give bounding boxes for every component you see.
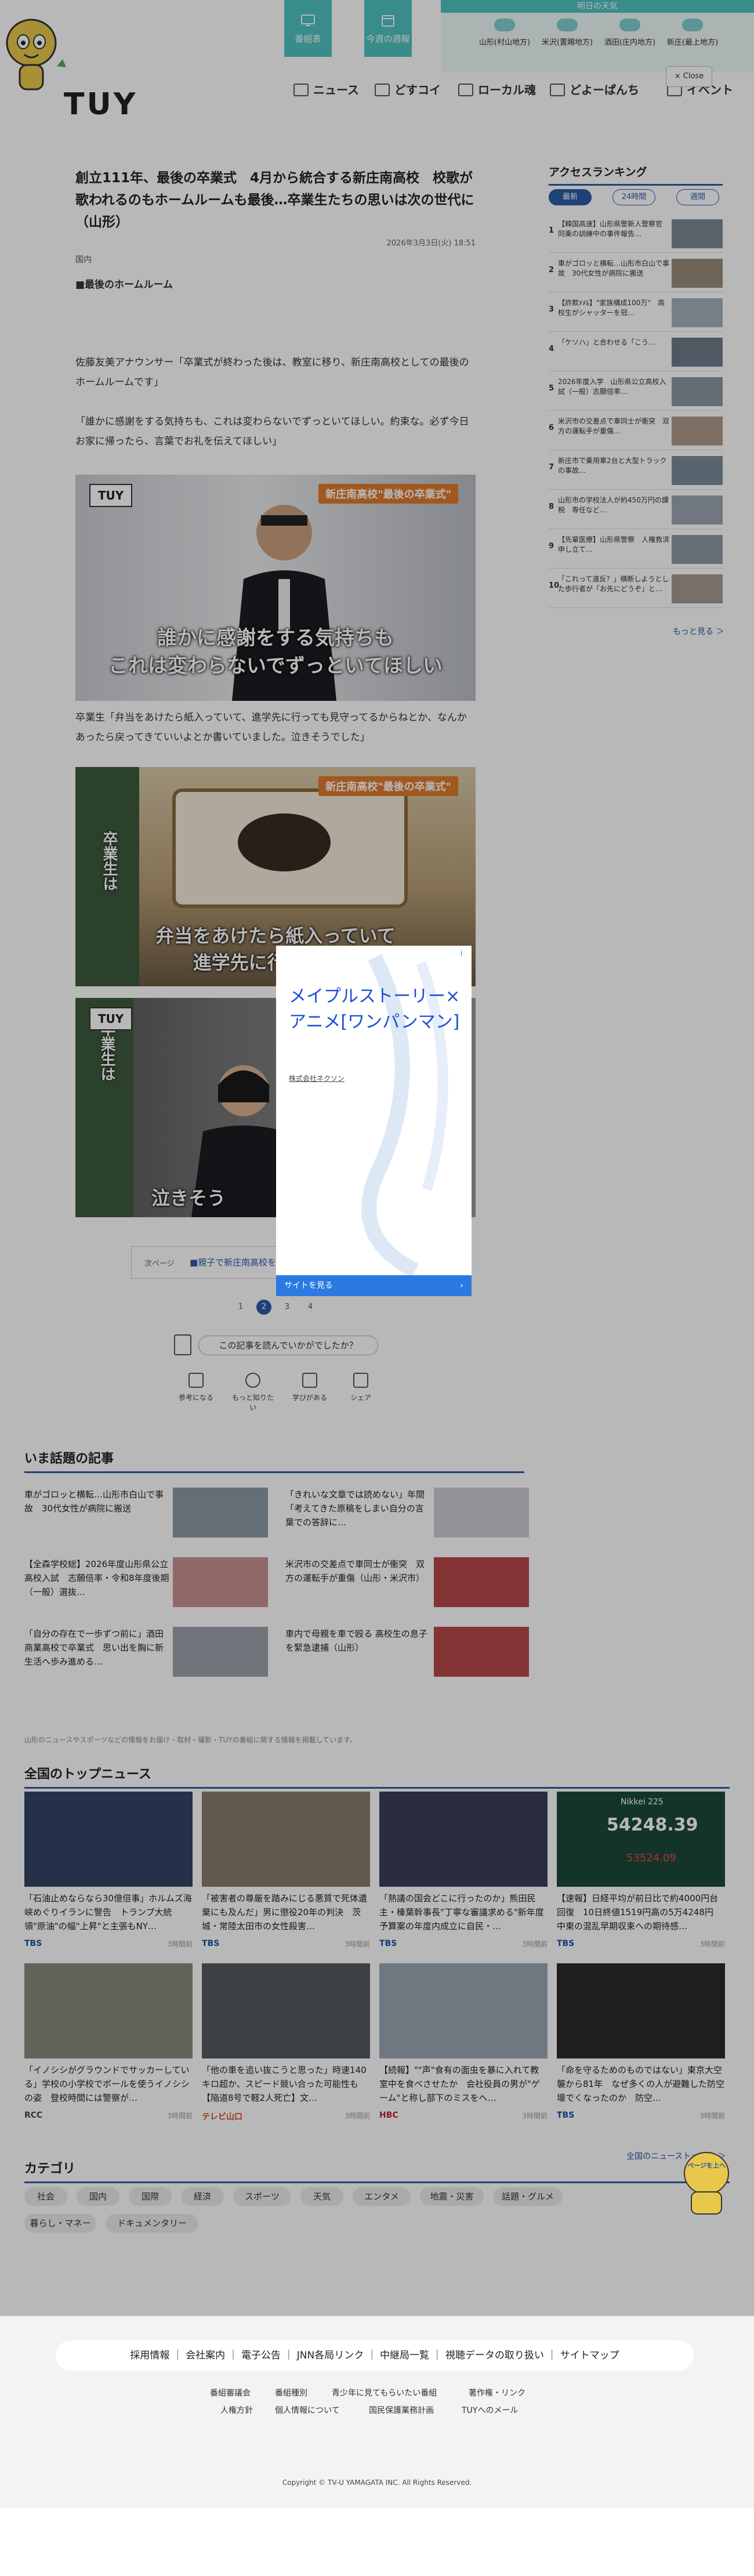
ad-popup[interactable]: i メイプルストーリー×アニメ[ワンパンマン] 株式会社ネクソン サイトを見る … [276, 946, 472, 1296]
to-top-button[interactable]: ページを上へ [679, 2147, 734, 2216]
mascot-icon [684, 2152, 729, 2215]
footer-link[interactable]: 番組審議会 [210, 2387, 251, 2398]
page-root: TUY 番組表 今週の週報 明日の天気 山形(村山地方) 米沢(置賜地方) 酒田… [0, 0, 754, 2576]
ad-info-icon[interactable]: i [461, 949, 462, 957]
footer-link[interactable]: TUYへのメール [462, 2404, 518, 2416]
footer-link[interactable]: 国民保護業務計画 [369, 2404, 434, 2416]
copyright: Copyright © TV-U YAMAGATA INC. All Right… [282, 2479, 472, 2487]
footer-links[interactable]: 採用情報 ｜ 会社案内 ｜ 電子公告 ｜ JNN各局リンク ｜ 中継局一覧 ｜ … [56, 2340, 694, 2371]
to-top-label: ページを上へ [687, 2162, 726, 2169]
ad-sponsor[interactable]: 株式会社ネクソン [289, 1073, 345, 1083]
ad-cta-label: サイトを見る [284, 1281, 333, 1290]
footer-link[interactable]: 番組種別 [275, 2387, 307, 2398]
ad-title[interactable]: メイプルストーリー×アニメ[ワンパンマン] [289, 984, 463, 1035]
chevron-right-icon: › [460, 1281, 463, 1290]
ad-cta-button[interactable]: サイトを見る › [276, 1275, 472, 1296]
footer-link[interactable]: 青少年に見てもらいたい番組 [332, 2387, 437, 2398]
footer-link[interactable]: 著作権・リンク [469, 2387, 525, 2398]
footer-link[interactable]: 人権方針 [220, 2404, 253, 2416]
footer-link[interactable]: 個人情報について [275, 2404, 340, 2416]
